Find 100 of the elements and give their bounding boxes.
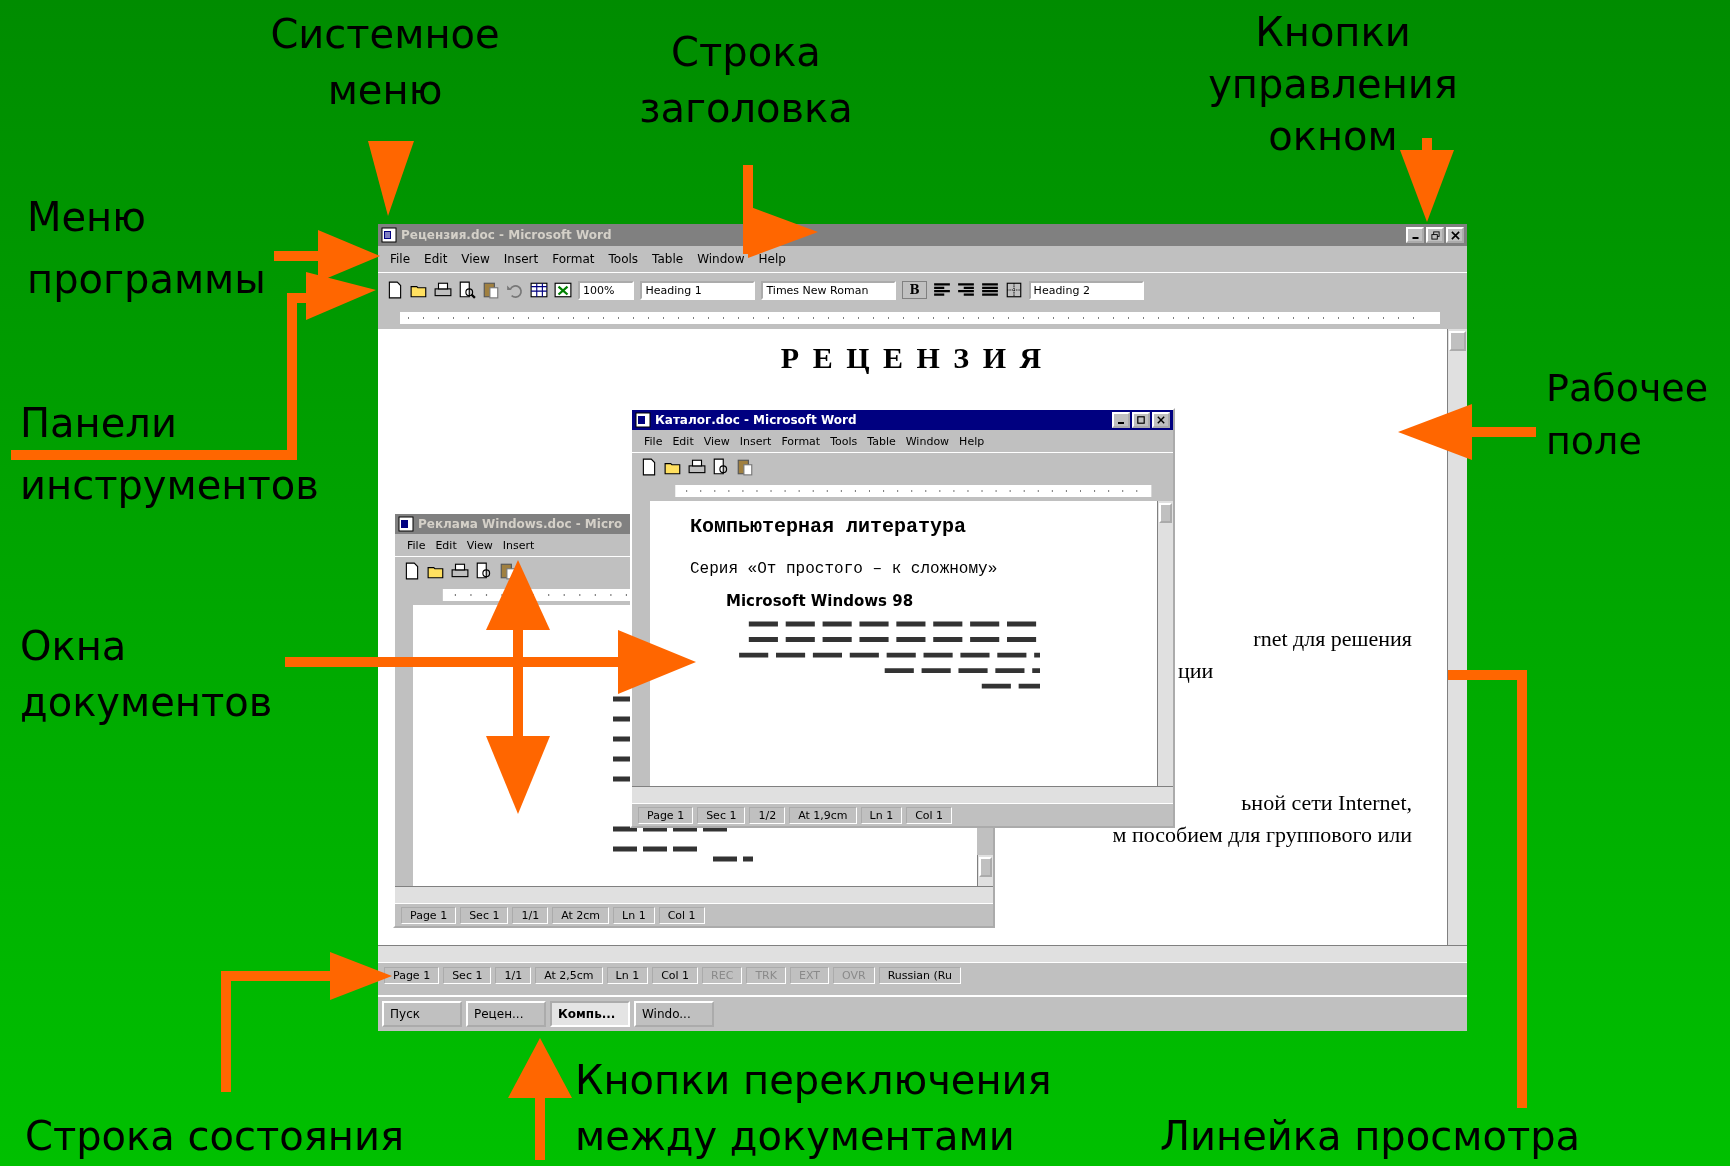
menu-item[interactable]: Insert (503, 252, 539, 266)
taskbar-button[interactable]: Компь... (550, 1001, 630, 1027)
status-text: Ln 1 (606, 966, 649, 984)
status-text: Sec 1 (697, 806, 746, 824)
minimize-icon (1411, 237, 1419, 239)
callout-label: Окна документов (20, 622, 273, 727)
menu-item[interactable]: Format (552, 252, 595, 266)
document-text: rnet для решения (1253, 625, 1412, 653)
menu-item[interactable]: View (461, 252, 490, 266)
borders-icon[interactable] (1004, 281, 1023, 299)
callout-label: Строка заголовка (638, 28, 854, 133)
close-button[interactable] (1152, 412, 1170, 428)
callout-label: Меню программы (27, 193, 266, 304)
vertical-scrollbar[interactable] (1157, 501, 1173, 786)
minimize-button[interactable] (1112, 412, 1130, 428)
menu-item[interactable]: Tools (608, 252, 639, 266)
status-text: Sec 1 (443, 966, 492, 984)
status-text: Ln 1 (613, 906, 655, 924)
close-button[interactable] (1446, 227, 1464, 243)
status-text: Ln 1 (860, 806, 903, 824)
menu-item[interactable]: File (644, 434, 663, 448)
horizontal-scrollbar[interactable] (395, 886, 993, 903)
status-text: Col 1 (652, 966, 699, 984)
menu-item[interactable]: Edit (435, 538, 457, 552)
status-text: Page 1 (401, 906, 457, 924)
window-title: Рецензия.doc - Microsoft Word (401, 228, 612, 242)
status-text: Sec 1 (460, 906, 509, 924)
printer-icon[interactable] (688, 458, 706, 476)
status-text: 1/1 (512, 906, 549, 924)
system-menu-icon[interactable] (381, 227, 397, 243)
paste-icon[interactable] (482, 281, 500, 299)
new-document-icon[interactable] (386, 281, 404, 299)
zoom-dropdown[interactable]: 100% (578, 280, 635, 300)
menu-item[interactable]: Table (652, 252, 684, 266)
menu-item[interactable]: Window (697, 252, 745, 266)
justify-icon[interactable] (980, 281, 999, 299)
close-icon (1450, 230, 1460, 240)
print-preview-icon[interactable] (712, 458, 730, 476)
style-dropdown[interactable]: Heading 1 (640, 280, 756, 300)
status-text: Col 1 (906, 806, 953, 824)
vertical-scrollbar[interactable] (1447, 329, 1467, 945)
status-text: Col 1 (658, 906, 705, 924)
print-preview-icon[interactable] (475, 562, 493, 580)
printer-icon[interactable] (451, 562, 469, 580)
minimize-button[interactable] (1406, 227, 1424, 243)
menu-item[interactable]: Help (758, 252, 786, 266)
callout-label: Системное меню (269, 10, 501, 115)
document-text: Компьютерная литература (690, 515, 968, 538)
menu-item[interactable]: Window (905, 434, 950, 448)
menu-item[interactable]: Insert (739, 434, 772, 448)
menu-item[interactable]: File (390, 252, 411, 266)
bold-button[interactable]: B (902, 281, 927, 299)
font-dropdown[interactable]: Times New Roman (761, 280, 897, 300)
align-left-icon[interactable] (932, 281, 951, 299)
status-text: Russian (Ru (878, 966, 961, 984)
system-menu-icon[interactable] (398, 516, 414, 532)
new-document-icon[interactable] (403, 562, 421, 580)
callout-label: Строка состояния (25, 1112, 404, 1161)
menu-item[interactable]: Help (959, 434, 985, 448)
menu-item[interactable]: Edit (424, 252, 448, 266)
style-dropdown[interactable]: Heading 2 (1028, 280, 1144, 300)
document-text: Microsoft Windows 98 (726, 592, 915, 610)
new-document-icon[interactable] (640, 458, 658, 476)
spreadsheet-icon[interactable] (554, 281, 572, 299)
menu-item[interactable]: Format (781, 434, 821, 448)
status-text: Page 1 (638, 806, 694, 824)
paste-icon[interactable] (736, 458, 754, 476)
status-text: 1/1 (495, 966, 532, 984)
taskbar-button[interactable]: Пуск (382, 1001, 462, 1027)
maximize-icon (1137, 416, 1145, 424)
menu-item[interactable]: Edit (672, 434, 694, 448)
taskbar-button[interactable]: Рецен... (466, 1001, 546, 1027)
restore-button[interactable] (1426, 227, 1444, 243)
taskbar-button[interactable]: Windo... (634, 1001, 714, 1027)
maximize-button[interactable] (1132, 412, 1150, 428)
align-right-icon[interactable] (956, 281, 975, 299)
vertical-scrollbar[interactable] (977, 855, 993, 886)
callout-label: Кнопки переключения между документами (575, 1056, 1052, 1161)
print-preview-icon[interactable] (458, 281, 476, 299)
close-icon (1157, 416, 1165, 424)
horizontal-scrollbar[interactable] (632, 786, 1173, 803)
printer-icon[interactable] (434, 281, 452, 299)
status-text: At 2,5cm (535, 966, 603, 984)
table-icon[interactable] (530, 281, 548, 299)
menu-item[interactable]: View (466, 538, 493, 552)
menu-item[interactable]: File (407, 538, 426, 552)
system-menu-icon[interactable] (635, 412, 651, 428)
status-text: At 1,9cm (789, 806, 857, 824)
status-text: Page 1 (384, 966, 440, 984)
callout-label: Рабочее поле (1546, 365, 1709, 466)
horizontal-scrollbar[interactable] (378, 945, 1467, 962)
document-text: ьной сети Internet, (1241, 789, 1412, 817)
menu-item[interactable]: Insert (502, 538, 535, 552)
menu-item[interactable]: Tools (830, 434, 858, 448)
menu-item[interactable]: View (703, 434, 730, 448)
document-text: м пособием для группового или (1112, 821, 1412, 849)
menu-item[interactable]: Table (867, 434, 896, 448)
document-text: Серия «От простого – к сложному» (690, 560, 999, 578)
minimize-icon (1118, 422, 1124, 424)
callout-label: Кнопки управления окном (1207, 8, 1459, 161)
